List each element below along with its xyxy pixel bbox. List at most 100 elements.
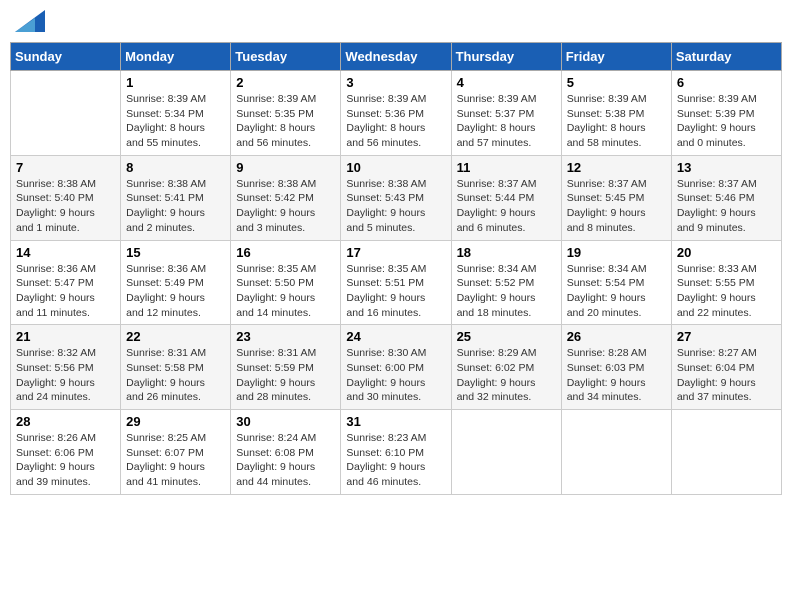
column-header-monday: Monday bbox=[121, 43, 231, 71]
day-info: Sunrise: 8:31 AM Sunset: 5:58 PM Dayligh… bbox=[126, 346, 225, 405]
calendar-cell: 15Sunrise: 8:36 AM Sunset: 5:49 PM Dayli… bbox=[121, 240, 231, 325]
calendar-cell: 21 Sunrise: 8:32 AM Sunset: 5:56 PM Dayli… bbox=[11, 325, 121, 410]
calendar-cell: 24 Sunrise: 8:30 AM Sunset: 6:00 PM Dayli… bbox=[341, 325, 451, 410]
calendar-cell: 13 Sunrise: 8:37 AM Sunset: 5:46 PM Dayli… bbox=[671, 155, 781, 240]
day-number: 5 bbox=[567, 75, 666, 90]
day-number: 11 bbox=[457, 160, 556, 175]
day-info: Sunrise: 8:26 AM Sunset: 6:06 PM Dayligh… bbox=[16, 431, 115, 490]
day-info: Sunrise: 8:34 AM Sunset: 5:52 PM Dayligh… bbox=[457, 262, 556, 321]
day-number: 26 bbox=[567, 329, 666, 344]
day-number: 24 bbox=[346, 329, 445, 344]
calendar-cell: 19Sunrise: 8:34 AM Sunset: 5:54 PM Dayli… bbox=[561, 240, 671, 325]
calendar-cell: 8 Sunrise: 8:38 AM Sunset: 5:41 PM Daylig… bbox=[121, 155, 231, 240]
calendar-cell bbox=[451, 410, 561, 495]
calendar-cell: 12 Sunrise: 8:37 AM Sunset: 5:45 PM Dayli… bbox=[561, 155, 671, 240]
day-info: Sunrise: 8:39 AM Sunset: 5:38 PM Dayligh… bbox=[567, 92, 666, 151]
day-number: 19 bbox=[567, 245, 666, 260]
day-number: 29 bbox=[126, 414, 225, 429]
calendar-cell: 5 Sunrise: 8:39 AM Sunset: 5:38 PM Daylig… bbox=[561, 71, 671, 156]
day-info: Sunrise: 8:39 AM Sunset: 5:39 PM Dayligh… bbox=[677, 92, 776, 151]
logo bbox=[15, 10, 49, 32]
day-info: Sunrise: 8:33 AM Sunset: 5:55 PM Dayligh… bbox=[677, 262, 776, 321]
day-number: 31 bbox=[346, 414, 445, 429]
calendar-cell: 2 Sunrise: 8:39 AM Sunset: 5:35 PM Daylig… bbox=[231, 71, 341, 156]
day-number: 27 bbox=[677, 329, 776, 344]
day-info: Sunrise: 8:35 AM Sunset: 5:51 PM Dayligh… bbox=[346, 262, 445, 321]
calendar-week-row: 28 Sunrise: 8:26 AM Sunset: 6:06 PM Dayli… bbox=[11, 410, 782, 495]
calendar-cell: 27 Sunrise: 8:27 AM Sunset: 6:04 PM Dayli… bbox=[671, 325, 781, 410]
calendar-cell: 7 Sunrise: 8:38 AM Sunset: 5:40 PM Daylig… bbox=[11, 155, 121, 240]
day-number: 22 bbox=[126, 329, 225, 344]
day-info: Sunrise: 8:27 AM Sunset: 6:04 PM Dayligh… bbox=[677, 346, 776, 405]
column-header-sunday: Sunday bbox=[11, 43, 121, 71]
column-header-saturday: Saturday bbox=[671, 43, 781, 71]
day-number: 30 bbox=[236, 414, 335, 429]
day-info: Sunrise: 8:29 AM Sunset: 6:02 PM Dayligh… bbox=[457, 346, 556, 405]
day-number: 25 bbox=[457, 329, 556, 344]
calendar-cell: 14 Sunrise: 8:36 AM Sunset: 5:47 PM Dayli… bbox=[11, 240, 121, 325]
calendar-cell bbox=[11, 71, 121, 156]
calendar-cell: 1 Sunrise: 8:39 AM Sunset: 5:34 PM Daylig… bbox=[121, 71, 231, 156]
day-number: 20 bbox=[677, 245, 776, 260]
day-info: Sunrise: 8:38 AM Sunset: 5:41 PM Dayligh… bbox=[126, 177, 225, 236]
calendar-cell bbox=[671, 410, 781, 495]
calendar-cell: 9 Sunrise: 8:38 AM Sunset: 5:42 PM Daylig… bbox=[231, 155, 341, 240]
day-number: 3 bbox=[346, 75, 445, 90]
day-info: Sunrise: 8:37 AM Sunset: 5:44 PM Dayligh… bbox=[457, 177, 556, 236]
day-info: Sunrise: 8:39 AM Sunset: 5:37 PM Dayligh… bbox=[457, 92, 556, 151]
calendar-cell: 26 Sunrise: 8:28 AM Sunset: 6:03 PM Dayli… bbox=[561, 325, 671, 410]
day-number: 21 bbox=[16, 329, 115, 344]
day-info: Sunrise: 8:32 AM Sunset: 5:56 PM Dayligh… bbox=[16, 346, 115, 405]
day-number: 16 bbox=[236, 245, 335, 260]
day-info: Sunrise: 8:31 AM Sunset: 5:59 PM Dayligh… bbox=[236, 346, 335, 405]
day-info: Sunrise: 8:39 AM Sunset: 5:35 PM Dayligh… bbox=[236, 92, 335, 151]
day-number: 13 bbox=[677, 160, 776, 175]
day-info: Sunrise: 8:24 AM Sunset: 6:08 PM Dayligh… bbox=[236, 431, 335, 490]
calendar-week-row: 21 Sunrise: 8:32 AM Sunset: 5:56 PM Dayli… bbox=[11, 325, 782, 410]
calendar-cell: 30 Sunrise: 8:24 AM Sunset: 6:08 PM Dayli… bbox=[231, 410, 341, 495]
calendar-week-row: 1 Sunrise: 8:39 AM Sunset: 5:34 PM Daylig… bbox=[11, 71, 782, 156]
calendar-cell bbox=[561, 410, 671, 495]
calendar-cell: 23 Sunrise: 8:31 AM Sunset: 5:59 PM Dayli… bbox=[231, 325, 341, 410]
day-number: 28 bbox=[16, 414, 115, 429]
calendar-cell: 25 Sunrise: 8:29 AM Sunset: 6:02 PM Dayli… bbox=[451, 325, 561, 410]
day-number: 18 bbox=[457, 245, 556, 260]
calendar-cell: 6Sunrise: 8:39 AM Sunset: 5:39 PM Daylig… bbox=[671, 71, 781, 156]
day-number: 7 bbox=[16, 160, 115, 175]
calendar-cell: 29 Sunrise: 8:25 AM Sunset: 6:07 PM Dayli… bbox=[121, 410, 231, 495]
calendar-cell: 20 Sunrise: 8:33 AM Sunset: 5:55 PM Dayli… bbox=[671, 240, 781, 325]
day-info: Sunrise: 8:30 AM Sunset: 6:00 PM Dayligh… bbox=[346, 346, 445, 405]
day-info: Sunrise: 8:37 AM Sunset: 5:45 PM Dayligh… bbox=[567, 177, 666, 236]
day-number: 10 bbox=[346, 160, 445, 175]
day-info: Sunrise: 8:23 AM Sunset: 6:10 PM Dayligh… bbox=[346, 431, 445, 490]
logo-icon bbox=[15, 10, 45, 32]
column-header-wednesday: Wednesday bbox=[341, 43, 451, 71]
calendar-cell: 17 Sunrise: 8:35 AM Sunset: 5:51 PM Dayli… bbox=[341, 240, 451, 325]
day-info: Sunrise: 8:38 AM Sunset: 5:42 PM Dayligh… bbox=[236, 177, 335, 236]
day-info: Sunrise: 8:25 AM Sunset: 6:07 PM Dayligh… bbox=[126, 431, 225, 490]
day-info: Sunrise: 8:39 AM Sunset: 5:36 PM Dayligh… bbox=[346, 92, 445, 151]
day-number: 2 bbox=[236, 75, 335, 90]
day-number: 23 bbox=[236, 329, 335, 344]
day-number: 17 bbox=[346, 245, 445, 260]
column-header-friday: Friday bbox=[561, 43, 671, 71]
day-number: 14 bbox=[16, 245, 115, 260]
column-header-tuesday: Tuesday bbox=[231, 43, 341, 71]
day-number: 12 bbox=[567, 160, 666, 175]
day-number: 1 bbox=[126, 75, 225, 90]
calendar-cell: 11 Sunrise: 8:37 AM Sunset: 5:44 PM Dayli… bbox=[451, 155, 561, 240]
day-info: Sunrise: 8:37 AM Sunset: 5:46 PM Dayligh… bbox=[677, 177, 776, 236]
calendar-cell: 3 Sunrise: 8:39 AM Sunset: 5:36 PM Daylig… bbox=[341, 71, 451, 156]
calendar-cell: 28 Sunrise: 8:26 AM Sunset: 6:06 PM Dayli… bbox=[11, 410, 121, 495]
day-info: Sunrise: 8:38 AM Sunset: 5:40 PM Dayligh… bbox=[16, 177, 115, 236]
day-info: Sunrise: 8:39 AM Sunset: 5:34 PM Dayligh… bbox=[126, 92, 225, 151]
day-info: Sunrise: 8:28 AM Sunset: 6:03 PM Dayligh… bbox=[567, 346, 666, 405]
day-number: 8 bbox=[126, 160, 225, 175]
day-info: Sunrise: 8:36 AM Sunset: 5:47 PM Dayligh… bbox=[16, 262, 115, 321]
calendar-cell: 18 Sunrise: 8:34 AM Sunset: 5:52 PM Dayli… bbox=[451, 240, 561, 325]
calendar-cell: 31 Sunrise: 8:23 AM Sunset: 6:10 PM Dayli… bbox=[341, 410, 451, 495]
calendar-cell: 22 Sunrise: 8:31 AM Sunset: 5:58 PM Dayli… bbox=[121, 325, 231, 410]
calendar-cell: 4Sunrise: 8:39 AM Sunset: 5:37 PM Daylig… bbox=[451, 71, 561, 156]
calendar-table: SundayMondayTuesdayWednesdayThursdayFrid… bbox=[10, 42, 782, 495]
day-number: 9 bbox=[236, 160, 335, 175]
